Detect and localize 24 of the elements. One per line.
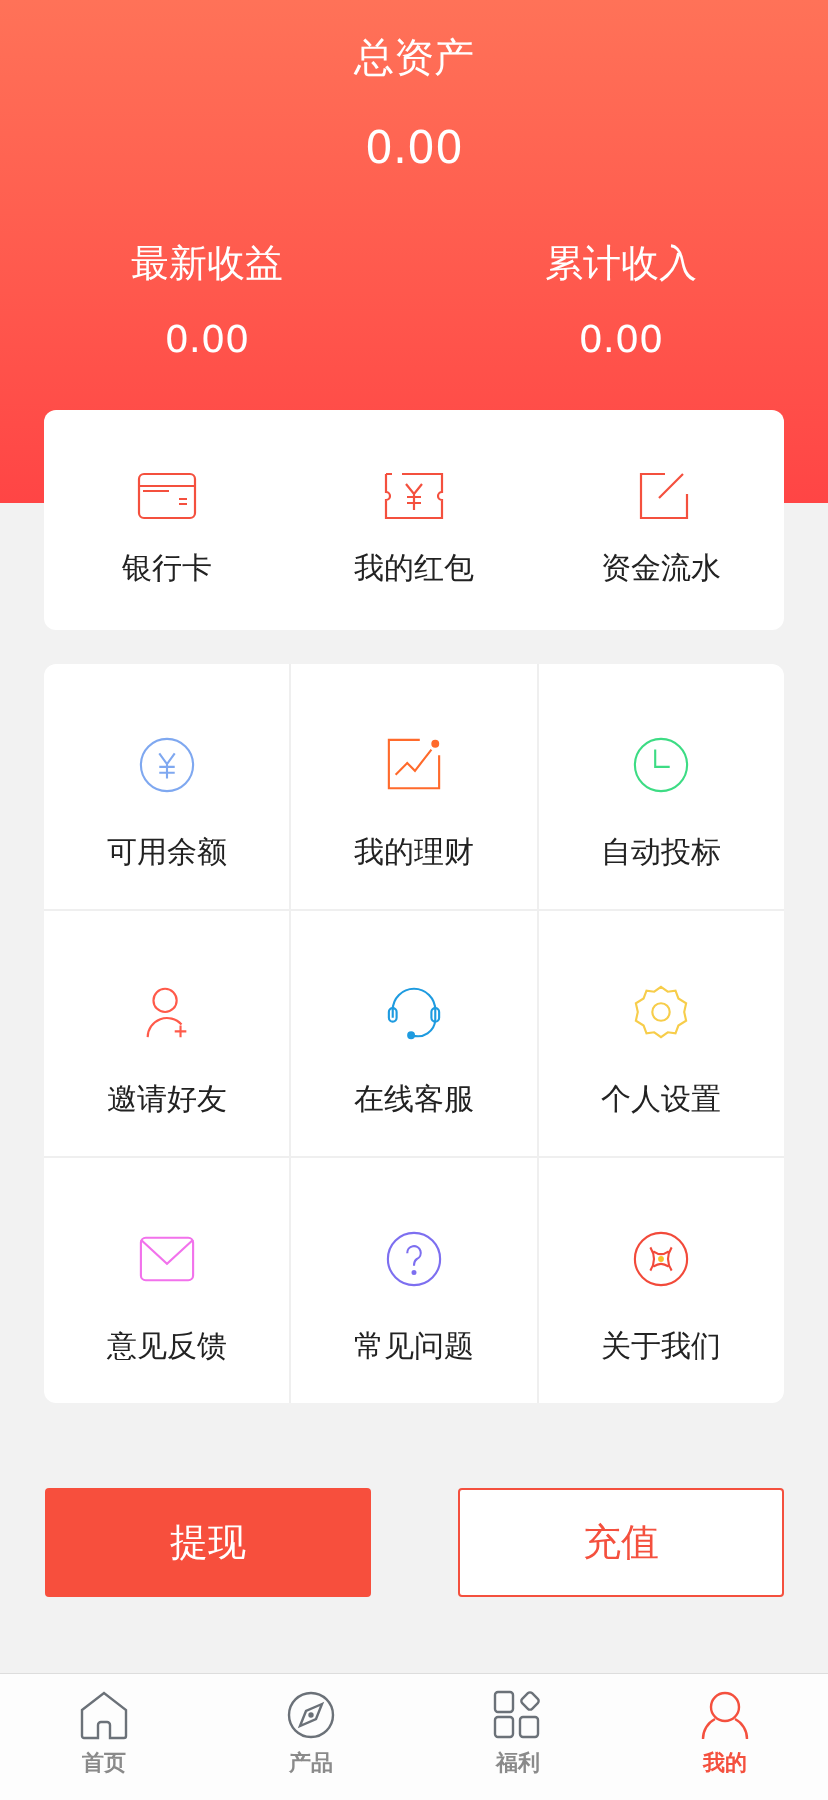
apps-icon bbox=[492, 1690, 543, 1740]
stat-value: 0.00 bbox=[164, 316, 250, 363]
menu-item[interactable]: 在线客服 bbox=[291, 911, 537, 1156]
stat-label: 最新收益 bbox=[131, 240, 283, 287]
stat-label: 累计收入 bbox=[545, 240, 697, 287]
menu-item[interactable]: 关于我们 bbox=[538, 1158, 784, 1403]
shortcut-item[interactable]: 银行卡 bbox=[44, 410, 291, 630]
menu-item[interactable]: 自动投标 bbox=[538, 664, 784, 909]
compass-icon bbox=[285, 1690, 336, 1740]
menu-item[interactable]: 我的理财 bbox=[291, 664, 537, 909]
menu-item[interactable]: 可用余额 bbox=[44, 664, 290, 909]
bank-card-icon bbox=[137, 472, 198, 520]
user-icon bbox=[699, 1690, 750, 1740]
shortcut-item[interactable]: 我的红包 bbox=[290, 410, 538, 630]
menu-item[interactable]: 邀请好友 bbox=[44, 911, 290, 1156]
menu-item[interactable]: 个人设置 bbox=[538, 911, 784, 1156]
menu-item[interactable]: 常见问题 bbox=[291, 1158, 537, 1403]
total-assets-value: 0.00 bbox=[365, 121, 463, 175]
stat-value: 0.00 bbox=[578, 316, 664, 363]
home-icon bbox=[78, 1690, 129, 1740]
menu-item[interactable]: 意见反馈 bbox=[44, 1158, 290, 1403]
shortcut-item[interactable]: 资金流水 bbox=[537, 410, 784, 630]
total-assets-title: 总资产 bbox=[354, 33, 474, 82]
coupon-icon bbox=[384, 472, 444, 520]
